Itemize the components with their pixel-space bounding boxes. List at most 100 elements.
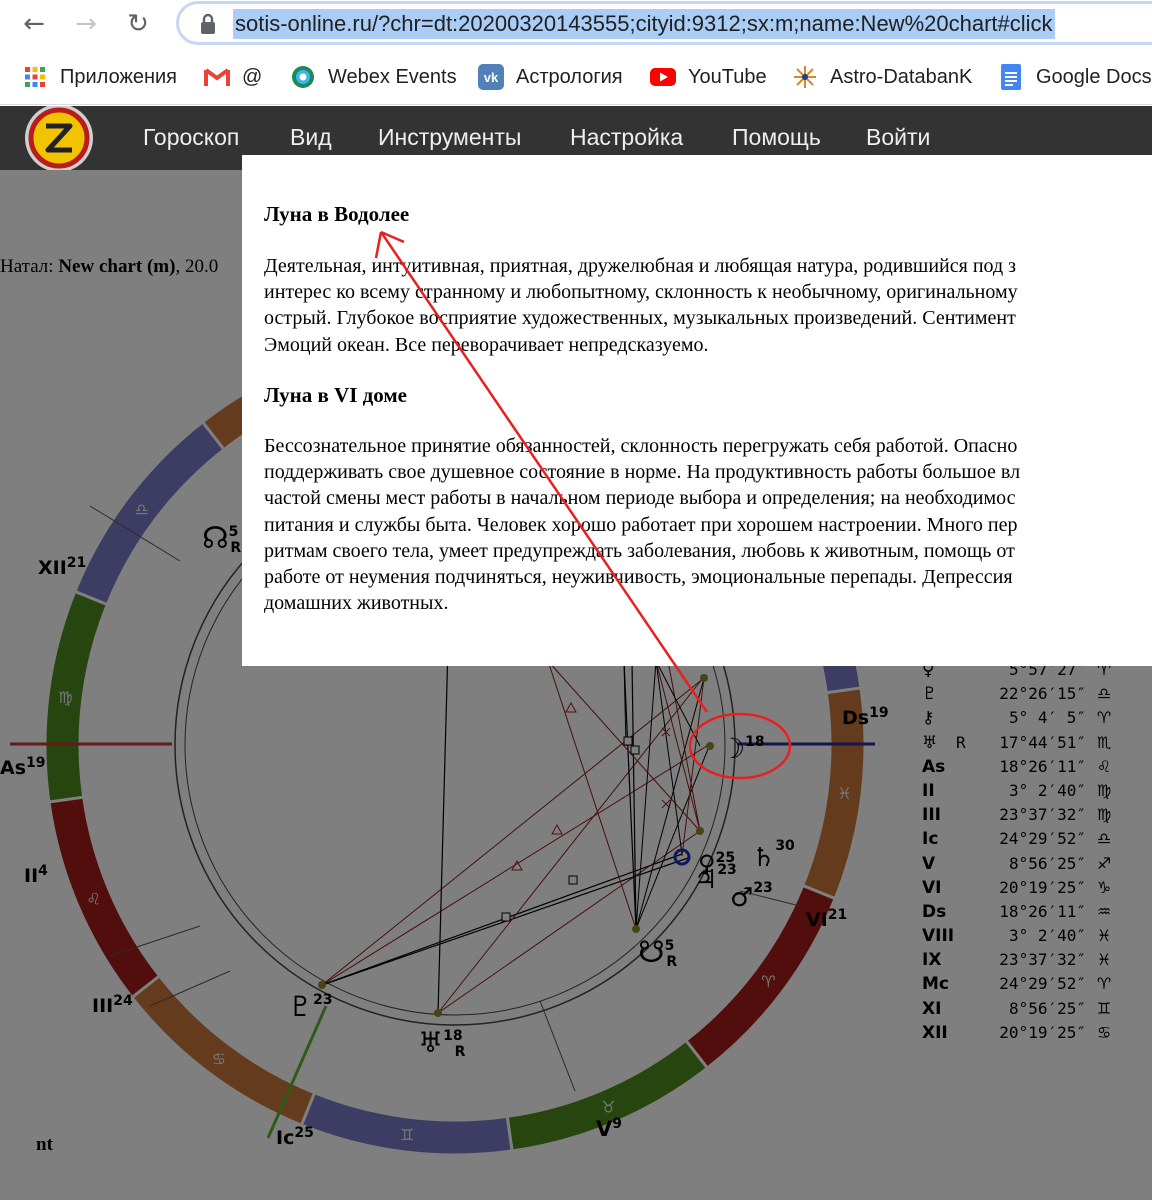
forward-arrow-icon: → xyxy=(75,9,97,39)
popup-heading-moon-sign: Луна в Водолее xyxy=(264,202,410,226)
position-symbol: As xyxy=(922,756,946,777)
reload-button[interactable]: ↻ xyxy=(118,4,158,44)
popup-text-line: питания и службы быта. Человек хорошо ра… xyxy=(264,513,1018,536)
zodiac-segment-virgo xyxy=(43,589,110,804)
position-row: Mc 24°29′52″ ♈ xyxy=(922,972,1116,996)
house-label-ds: Ds19 xyxy=(842,705,889,729)
position-symbol: V xyxy=(922,853,936,874)
vk-icon: vk xyxy=(478,64,504,90)
position-sign-icon: ♑ xyxy=(1096,877,1112,897)
popup-text-moon-house: Бессознательное принятие обязанностей, с… xyxy=(264,433,1152,616)
position-sign-icon: ♏ xyxy=(1096,732,1112,752)
bookmark-webex[interactable]: Webex Events xyxy=(290,62,457,92)
pluto-glyph: ♇23 xyxy=(288,990,333,1023)
position-symbol: ⚷ xyxy=(922,708,935,729)
position-sign-icon: ♓ xyxy=(1096,950,1112,970)
position-sign-icon: ♈ xyxy=(1096,708,1112,728)
zodiac-glyph-gemini-icon: ♊ xyxy=(400,1126,414,1145)
position-symbol: VIII xyxy=(922,926,955,947)
zodiac-glyph-libra-icon: ♎ xyxy=(134,500,148,519)
url-text[interactable]: sotis-online.ru/?chr=dt:20200320143555;c… xyxy=(233,9,1055,39)
mars-glyph: ♂23 xyxy=(730,880,773,913)
address-bar[interactable]: sotis-online.ru/?chr=dt:20200320143555;c… xyxy=(176,1,1152,45)
webex-icon xyxy=(290,64,316,90)
youtube-icon xyxy=(650,64,676,90)
house-label-2: II4 xyxy=(24,863,48,887)
position-row: ♅ R 17°44′51″ ♏ xyxy=(922,731,1116,755)
saturn-glyph: ♄30 xyxy=(752,838,795,873)
position-degree: 8°56′25″ xyxy=(1008,998,1086,1018)
bookmark-astro-databank[interactable]: Astro-DatabanK xyxy=(792,62,972,92)
position-retro-flag: R xyxy=(956,732,966,752)
position-row: V 8°56′25″ ♐ xyxy=(922,852,1116,876)
position-sign-icon: ♎ xyxy=(1096,684,1112,704)
position-degree: 20°19′25″ xyxy=(999,877,1086,897)
house-label-5: V9 xyxy=(596,1116,622,1141)
popup-text-line: поддерживать свое душевное состояние в н… xyxy=(264,461,1021,484)
position-sign-icon: ♐ xyxy=(1096,853,1112,873)
position-sign-icon: ♎ xyxy=(1096,829,1112,849)
popup-text-line: острый. Глубокое восприятие художественн… xyxy=(264,307,1016,330)
position-row: IX 23°37′32″ ♓ xyxy=(922,948,1116,972)
position-row: As 18°26′11″ ♌ xyxy=(922,755,1116,779)
position-degree: 3° 2′40″ xyxy=(1008,780,1086,800)
astro-databank-icon xyxy=(792,64,818,90)
popup-text-line: интерес ко всему странному и любопытному… xyxy=(264,281,1018,304)
popup-text-line: домашних животных. xyxy=(264,592,449,615)
north-node-glyph: ☊5 R xyxy=(202,521,241,556)
position-row: Ds 18°26′11″ ♒ xyxy=(922,900,1116,924)
position-degree: 23°37′32″ xyxy=(999,950,1086,970)
zodiac-glyph-cancer-icon: ♋ xyxy=(212,1049,226,1068)
bookmark-vk[interactable]: vk Астрология xyxy=(478,62,623,92)
position-symbol: IX xyxy=(922,950,942,971)
uranus-glyph: ♅18 R xyxy=(418,1026,466,1060)
position-degree: 23°37′32″ xyxy=(999,805,1086,825)
position-row: VIII 3° 2′40″ ♓ xyxy=(922,924,1116,948)
moon-glyph: ☽18 xyxy=(720,732,765,765)
bookmark-gmail[interactable]: @ xyxy=(204,62,262,92)
forward-button[interactable]: → xyxy=(66,4,106,44)
back-button[interactable]: ← xyxy=(14,4,54,44)
position-row: XI 8°56′25″ ♊ xyxy=(922,997,1116,1021)
popup-text-line: Эмоций океан. Все переворачивает непредс… xyxy=(264,333,709,356)
browser-toolbar: ← → ↻ sotis-online.ru/?chr=dt:2020032014… xyxy=(0,0,1152,50)
position-row: ♇ 22°26′15″ ♎ xyxy=(922,682,1116,706)
interpretation-popup: Луна в Водолее Деятельная, интуитивная, … xyxy=(242,155,1152,666)
bookmark-apps[interactable]: Приложения xyxy=(22,62,177,92)
google-docs-icon xyxy=(998,64,1024,90)
zodiac-glyph-aries-icon: ♈ xyxy=(761,972,775,991)
popup-text-line: частой смены мест работы в начальном пер… xyxy=(264,487,1016,510)
bookmark-youtube[interactable]: YouTube xyxy=(650,62,767,92)
zodiac-glyph-virgo-icon: ♍ xyxy=(58,688,72,707)
position-degree: 24°29′52″ xyxy=(999,974,1086,994)
house-label-6: VI21 xyxy=(806,907,847,931)
position-degree: 18°26′11″ xyxy=(999,901,1086,921)
position-symbol: III xyxy=(922,805,941,826)
south-node-glyph: ☋5 R xyxy=(638,935,677,970)
popup-heading-moon-house: Луна в VI доме xyxy=(264,383,408,407)
bookmarks-bar: Приложения @ Webex Events vk Астрология Y… xyxy=(0,52,1152,105)
popup-text-line: Деятельная, интуитивная, приятная, друже… xyxy=(264,255,1017,277)
popup-text-line: работе от неумения подчиняться, неуживчи… xyxy=(264,566,1013,589)
popup-text-line: ритмам своего тела, умеет предупреждать … xyxy=(264,539,1015,562)
positions-table: ♀ 5°57′27″ ♈ ♇ 22°26′15″ ♎ ⚷ 5° 4′ 5″ ♈ ♅ R 17°44′5… xyxy=(922,658,1116,1045)
position-symbol: Mc xyxy=(922,974,949,995)
house-label-as: As19 xyxy=(0,755,46,779)
svg-text:vk: vk xyxy=(484,70,499,85)
position-symbol: ♇ xyxy=(922,684,938,705)
popup-text-line: Бессознательное принятие обязанностей, с… xyxy=(264,435,1018,457)
reload-icon: ↻ xyxy=(127,9,149,39)
position-degree: 22°26′15″ xyxy=(999,684,1086,704)
position-symbol: VI xyxy=(922,877,942,898)
position-symbol: II xyxy=(922,780,935,801)
position-sign-icon: ♍ xyxy=(1096,805,1112,825)
position-sign-icon: ♌ xyxy=(1096,756,1112,776)
position-degree: 18°26′11″ xyxy=(999,756,1086,776)
gmail-icon xyxy=(204,64,230,90)
position-sign-icon: ♋ xyxy=(1096,1022,1112,1042)
position-symbol: XII xyxy=(922,1022,948,1043)
position-sign-icon: ♓ xyxy=(1096,926,1112,946)
position-degree: 5° 4′ 5″ xyxy=(1008,708,1086,728)
bookmark-google-docs[interactable]: Google Docs xyxy=(998,62,1152,92)
house-label-3: III24 xyxy=(92,993,133,1017)
